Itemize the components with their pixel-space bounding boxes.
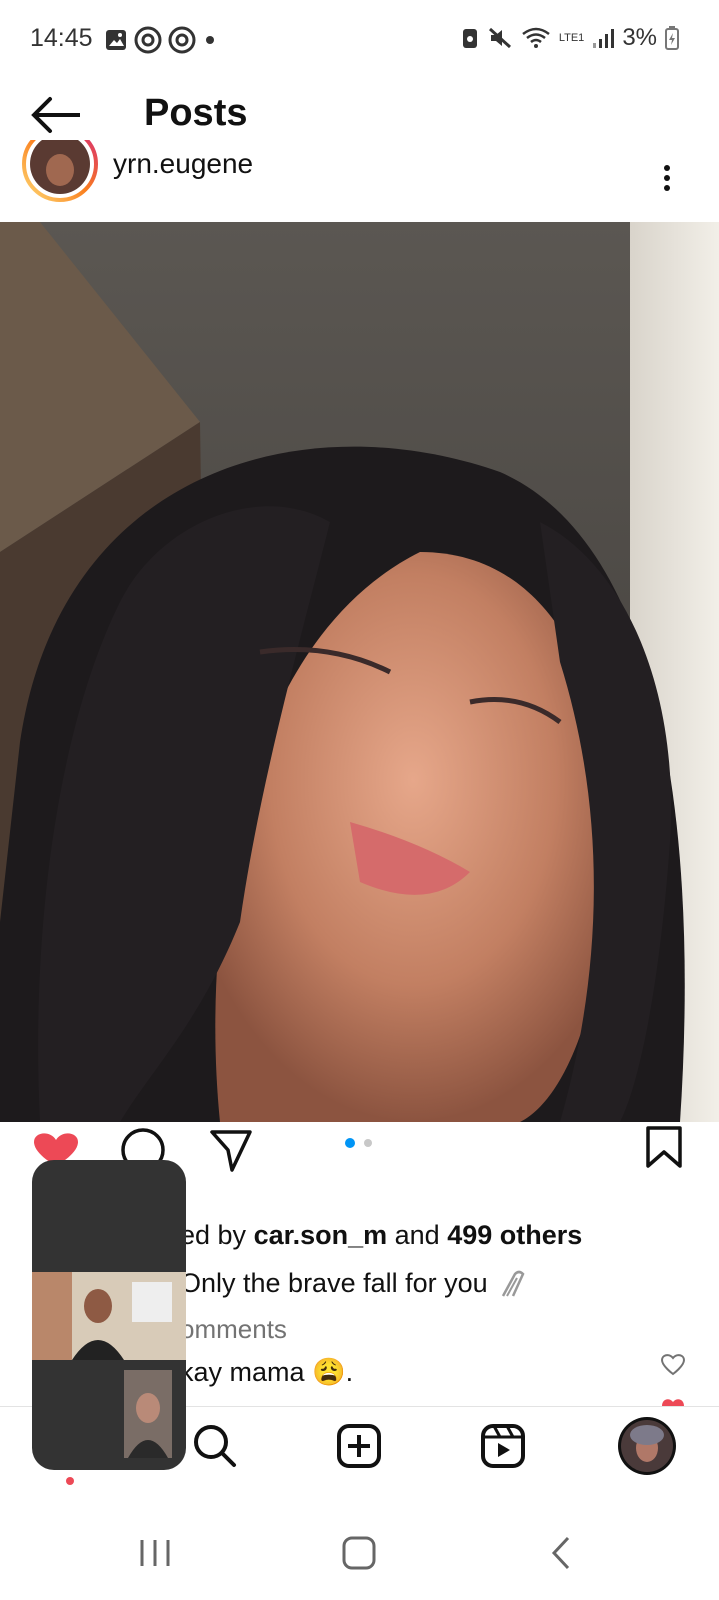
notification-dot-icon [206,36,214,44]
recent-apps-icon [140,1540,170,1566]
back-button-icon [551,1536,570,1570]
back-arrow-icon[interactable] [30,95,86,135]
profile-avatar[interactable] [616,1415,678,1477]
post-caption: Only the brave fall for you [180,1268,527,1300]
caption-text: Only the brave fall for you [180,1268,488,1298]
remote-video-feed [32,1272,186,1360]
view-comments-link[interactable]: omments [180,1314,287,1345]
post-author-avatar[interactable] [22,140,98,210]
mute-icon [488,27,511,49]
likes-mid: and [387,1220,448,1250]
create-post-icon[interactable] [336,1423,382,1469]
liked-by-user[interactable]: car.son_m [254,1220,388,1250]
battery-percent: 3% [622,24,657,51]
status-notification-icons [104,26,218,54]
threads-icon [134,26,162,54]
post-photo[interactable] [0,222,719,1122]
likes-others[interactable]: 499 others [447,1220,582,1250]
network-label: LTE1 [558,31,585,44]
threads-icon [168,26,196,54]
wifi-icon [522,27,550,48]
paperclip-emoji-icon [502,1270,525,1297]
save-bookmark-icon [646,1126,682,1168]
likes-prefix: ed by [180,1220,254,1250]
page-title: Posts [144,92,248,134]
signal-icon [593,29,615,48]
video-call-pip[interactable] [32,1160,186,1470]
battery-charging-icon [665,26,679,50]
comment-liked-heart-icon[interactable] [660,1396,686,1406]
comment-text: kay mama 😩. [180,1357,354,1387]
carousel-dot-active [345,1138,355,1148]
status-right: LTE1 3% [461,24,679,52]
battery-saver-icon [462,29,477,48]
system-navigation-bar [140,1536,570,1570]
carousel-dot [364,1139,372,1147]
home-notification-dot-icon [66,1477,74,1485]
gallery-icon [106,30,126,50]
home-button-icon [342,1536,376,1570]
self-video-feed [124,1370,172,1458]
reels-icon[interactable] [480,1423,526,1469]
comment-like-heart-icon[interactable] [660,1352,686,1376]
share-icon [210,1130,252,1172]
status-time: 14:45 [30,24,93,52]
search-icon[interactable] [192,1423,238,1469]
likes-summary[interactable]: ed by car.son_m and 499 others [180,1220,582,1251]
more-options-icon[interactable] [660,160,674,196]
post-username[interactable]: yrn.eugene [113,150,253,184]
